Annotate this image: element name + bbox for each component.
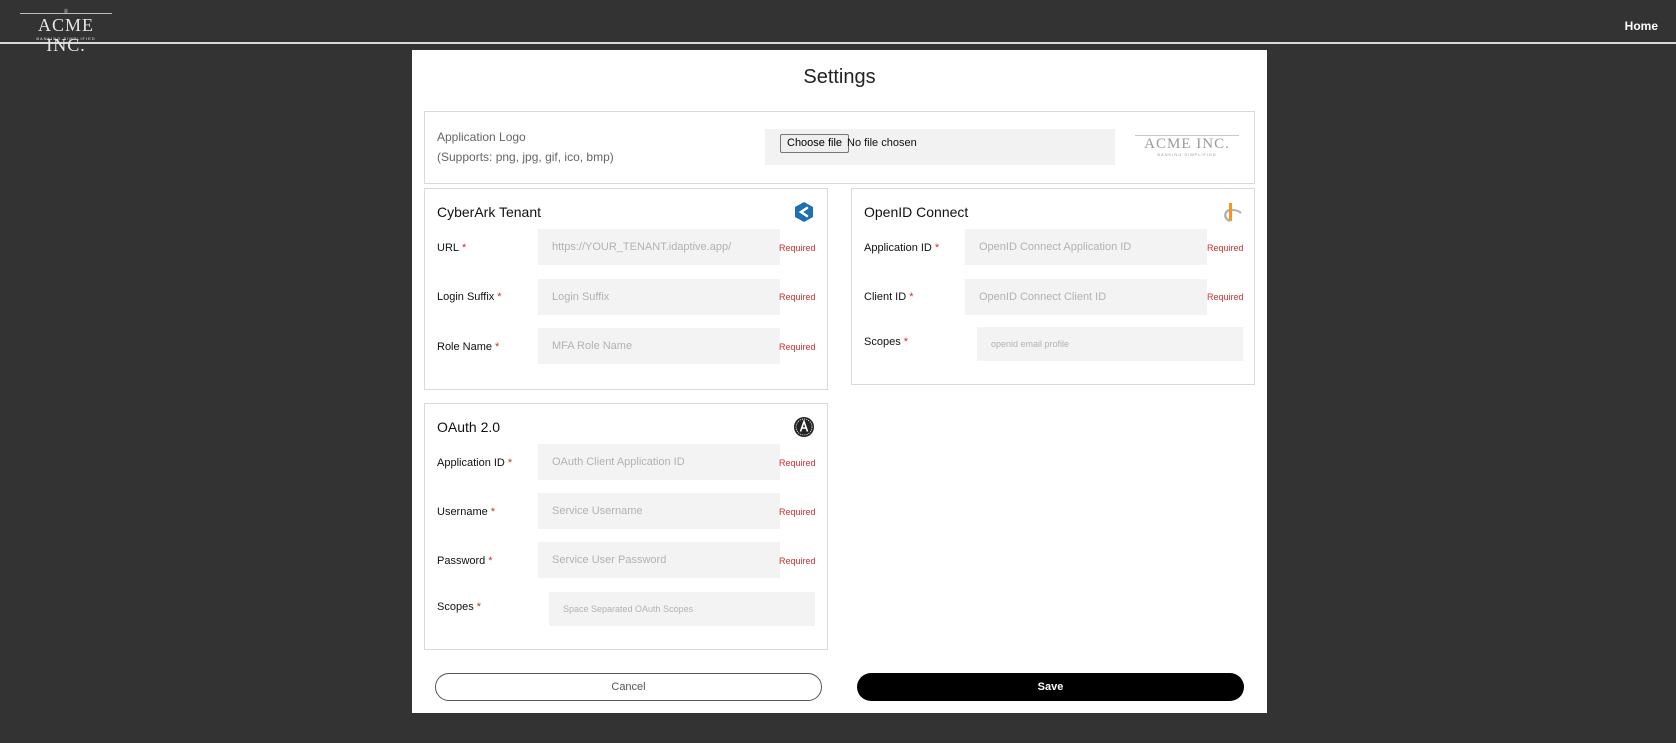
oauth-section-title: OAuth 2.0 [437, 419, 501, 435]
required-text: Required [779, 556, 816, 566]
oauth-icon [794, 417, 814, 437]
application-logo-title: Application Logo [437, 130, 526, 144]
oidc-scopes-label: Scopes * [864, 336, 908, 348]
oauth-scopes-label: Scopes * [437, 601, 481, 613]
openid-section-title: OpenID Connect [864, 204, 969, 220]
required-text: Required [779, 458, 816, 468]
logo-file-input[interactable]: Choose file No file chosen [765, 129, 1115, 165]
application-logo-label: Application Logo (Supports: png, jpg, gi… [437, 127, 614, 167]
oidc-application-id-input[interactable] [965, 229, 1207, 265]
save-button[interactable]: Save [857, 673, 1244, 701]
role-name-input[interactable] [538, 328, 780, 364]
brand-tagline: BANKING SIMPLIFIED [36, 36, 96, 41]
logo-preview-tagline: BANKING SIMPLIFIED [1157, 152, 1217, 157]
file-status: No file chosen [847, 137, 917, 149]
cyberark-login-suffix-label: Login Suffix * [437, 291, 502, 303]
cyberark-icon [795, 202, 813, 222]
brand-name: ACME INC. [37, 15, 94, 55]
oauth-application-id-input[interactable] [538, 444, 780, 480]
cyberark-section-title: CyberArk Tenant [437, 204, 542, 220]
required-text: Required [779, 507, 816, 517]
logo-preview-image: ACME INC. BANKING SIMPLIFIED [1131, 130, 1243, 166]
oauth2-section: OAuth 2.0 Application ID* Required Usern… [424, 403, 828, 650]
required-text: Required [1207, 243, 1244, 253]
required-text: Required [779, 292, 816, 302]
oidc-scopes-input[interactable] [977, 327, 1243, 361]
oauth-password-input[interactable] [538, 542, 780, 578]
application-logo-supports: (Supports: png, jpg, gif, ico, bmp) [437, 150, 614, 164]
oauth-username-input[interactable] [538, 493, 780, 529]
brand-divider [20, 13, 112, 14]
oidc-client-id-input[interactable] [965, 279, 1207, 315]
cyberark-url-input[interactable] [538, 229, 780, 265]
openid-connect-section: OpenID Connect Application ID* Required … [851, 188, 1255, 385]
required-text: Required [1207, 292, 1244, 302]
oidc-client-id-label: Client ID * [864, 291, 914, 303]
application-logo-section: Application Logo (Supports: png, jpg, gi… [424, 111, 1255, 184]
required-text: Required [779, 342, 816, 352]
cyberark-role-name-label: Role Name * [437, 341, 500, 353]
choose-file-button[interactable]: Choose file [780, 134, 850, 153]
page-title: Settings [803, 66, 876, 88]
top-nav-bar: ♕ ACME INC. BANKING SIMPLIFIED Home [0, 5, 1676, 55]
login-suffix-input[interactable] [538, 279, 780, 315]
oauth-password-label: Password * [437, 555, 493, 567]
openid-icon [1224, 203, 1242, 223]
oauth-username-label: Username * [437, 506, 496, 518]
settings-panel: Settings Application Logo (Supports: png… [412, 50, 1267, 713]
brand-logo[interactable]: ♕ ACME INC. BANKING SIMPLIFIED [18, 9, 114, 55]
oidc-application-id-label: Application ID * [864, 242, 940, 254]
required-text: Required [779, 243, 816, 253]
oauth-scopes-input[interactable] [549, 592, 815, 626]
cyberark-url-label: URL * [437, 242, 467, 254]
cancel-button[interactable]: Cancel [435, 673, 822, 701]
home-link[interactable]: Home [1625, 19, 1658, 33]
logo-preview-name: ACME INC. [1144, 136, 1230, 152]
cyberark-tenant-section: CyberArk Tenant URL* Required Login Suff… [424, 188, 828, 390]
oauth-application-id-label: Application ID * [437, 457, 513, 469]
